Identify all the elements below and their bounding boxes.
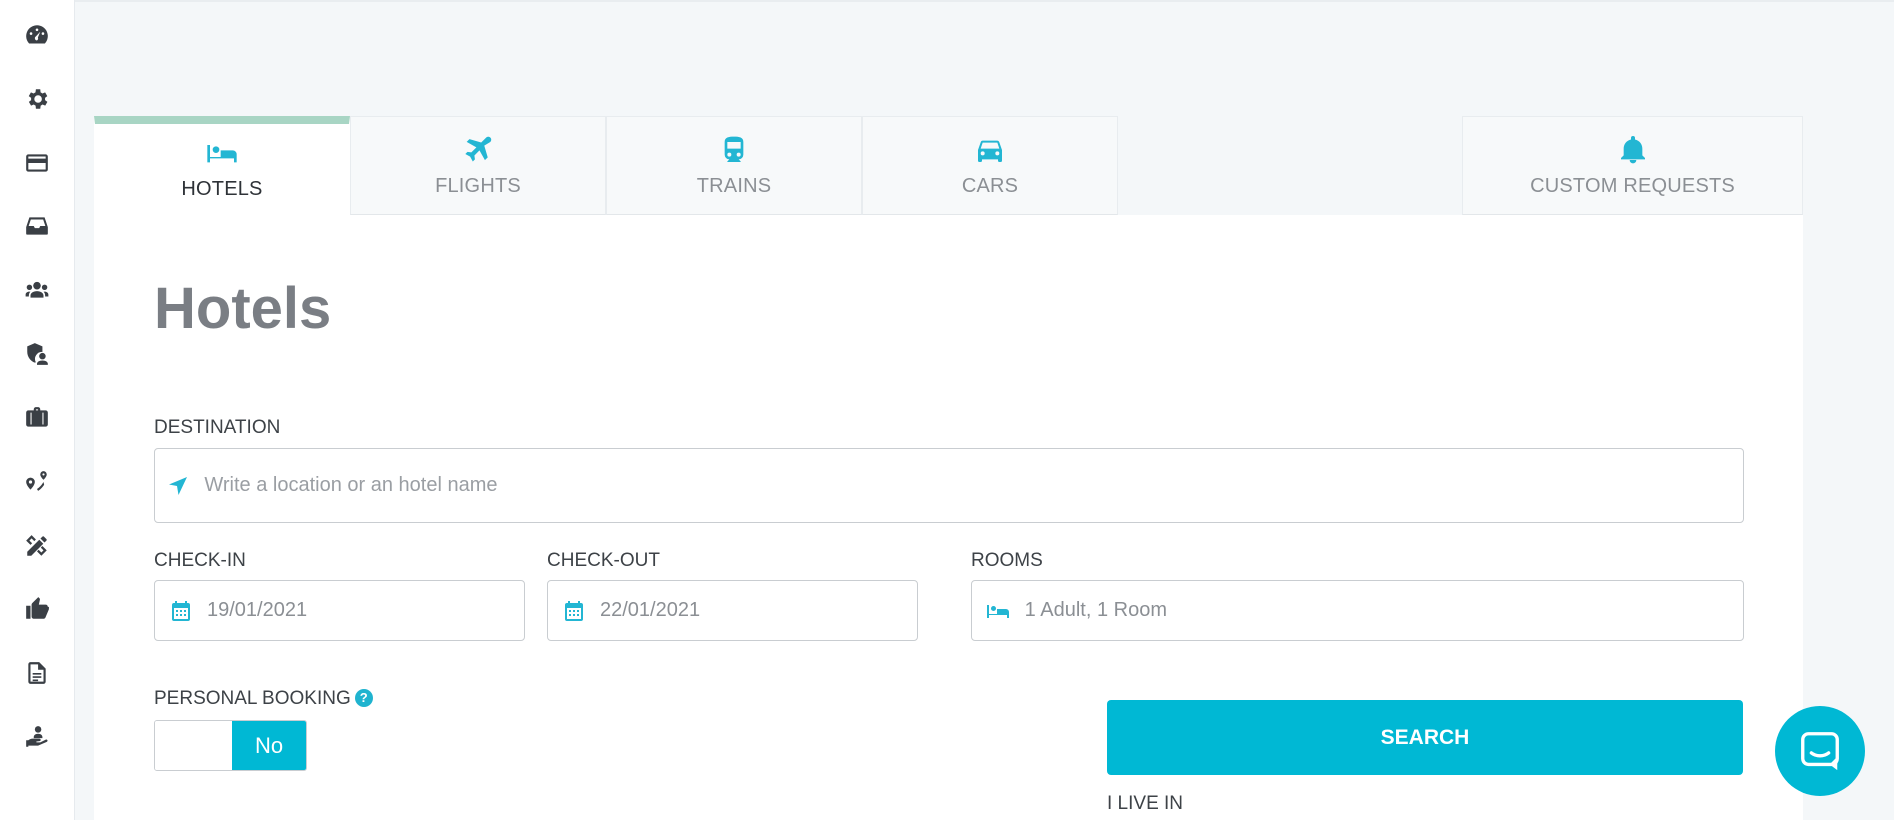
top-border	[75, 0, 1894, 2]
checkout-input[interactable]	[600, 599, 917, 622]
hand-user-icon[interactable]	[22, 722, 52, 752]
car-icon	[974, 134, 1006, 171]
rooms-field[interactable]	[971, 580, 1744, 641]
calendar-icon	[562, 598, 586, 624]
tab-label: CARS	[961, 174, 1019, 197]
rooms-input[interactable]	[1024, 599, 1743, 622]
tab-label: CUSTOM REQUESTS	[1530, 174, 1735, 197]
personal-booking-label: PERSONAL BOOKING?	[154, 688, 373, 710]
bed-icon	[206, 137, 238, 174]
tab-trains[interactable]: TRAINS	[606, 116, 862, 215]
users-icon[interactable]	[22, 275, 52, 305]
checkout-label: CHECK-OUT	[547, 550, 660, 571]
checkin-field[interactable]	[154, 580, 525, 641]
rooms-label: ROOMS	[971, 550, 1043, 571]
sidebar	[0, 0, 75, 820]
security-user-icon[interactable]	[22, 339, 52, 369]
dashboard-icon[interactable]	[22, 20, 52, 50]
toggle-off-area[interactable]	[155, 721, 232, 770]
settings-icon[interactable]	[22, 84, 52, 114]
tab-hotels[interactable]: HOTELS	[94, 116, 350, 215]
checkin-label: CHECK-IN	[154, 550, 246, 571]
location-arrow-icon	[165, 473, 190, 499]
bed-icon	[986, 598, 1011, 624]
tools-icon[interactable]	[22, 531, 52, 561]
checkout-field[interactable]	[547, 580, 918, 641]
personal-booking-toggle[interactable]: No	[154, 720, 307, 771]
credit-card-icon[interactable]	[22, 148, 52, 178]
calendar-icon	[169, 598, 193, 624]
destination-input[interactable]	[204, 474, 1743, 497]
personal-booking-text: PERSONAL BOOKING	[154, 688, 351, 709]
thumbs-up-icon[interactable]	[22, 594, 52, 624]
tab-custom-requests[interactable]: CUSTOM REQUESTS	[1462, 116, 1803, 215]
tab-cars[interactable]: CARS	[862, 116, 1118, 215]
tab-label: FLIGHTS	[435, 174, 521, 197]
search-button[interactable]: SEARCH	[1107, 700, 1743, 775]
page-title: Hotels	[154, 276, 332, 341]
tab-label: TRAINS	[696, 174, 772, 197]
document-icon[interactable]	[22, 658, 52, 688]
bell-icon	[1617, 134, 1649, 171]
plane-icon	[462, 134, 494, 171]
i-live-in-label: I LIVE IN	[1107, 793, 1184, 814]
train-icon	[718, 134, 750, 171]
toggle-no-option[interactable]: No	[232, 721, 306, 770]
chat-icon	[1801, 732, 1839, 771]
tab-label: HOTELS	[181, 178, 263, 200]
inbox-icon[interactable]	[22, 211, 52, 241]
help-icon[interactable]: ?	[354, 688, 373, 707]
hotel-search-panel: Hotels DESTINATION CHECK-IN CHECK-OUT RO…	[94, 215, 1803, 820]
briefcase-icon[interactable]	[22, 403, 52, 433]
destination-field[interactable]	[154, 448, 1744, 523]
chat-launcher[interactable]	[1775, 706, 1865, 796]
booking-tabs: HOTELS FLIGHTS TRAINS CARS CUSTOM REQUES…	[94, 116, 1803, 215]
tab-flights[interactable]: FLIGHTS	[350, 116, 606, 215]
route-icon[interactable]	[22, 467, 52, 497]
checkin-input[interactable]	[207, 599, 524, 622]
destination-label: DESTINATION	[154, 417, 281, 438]
